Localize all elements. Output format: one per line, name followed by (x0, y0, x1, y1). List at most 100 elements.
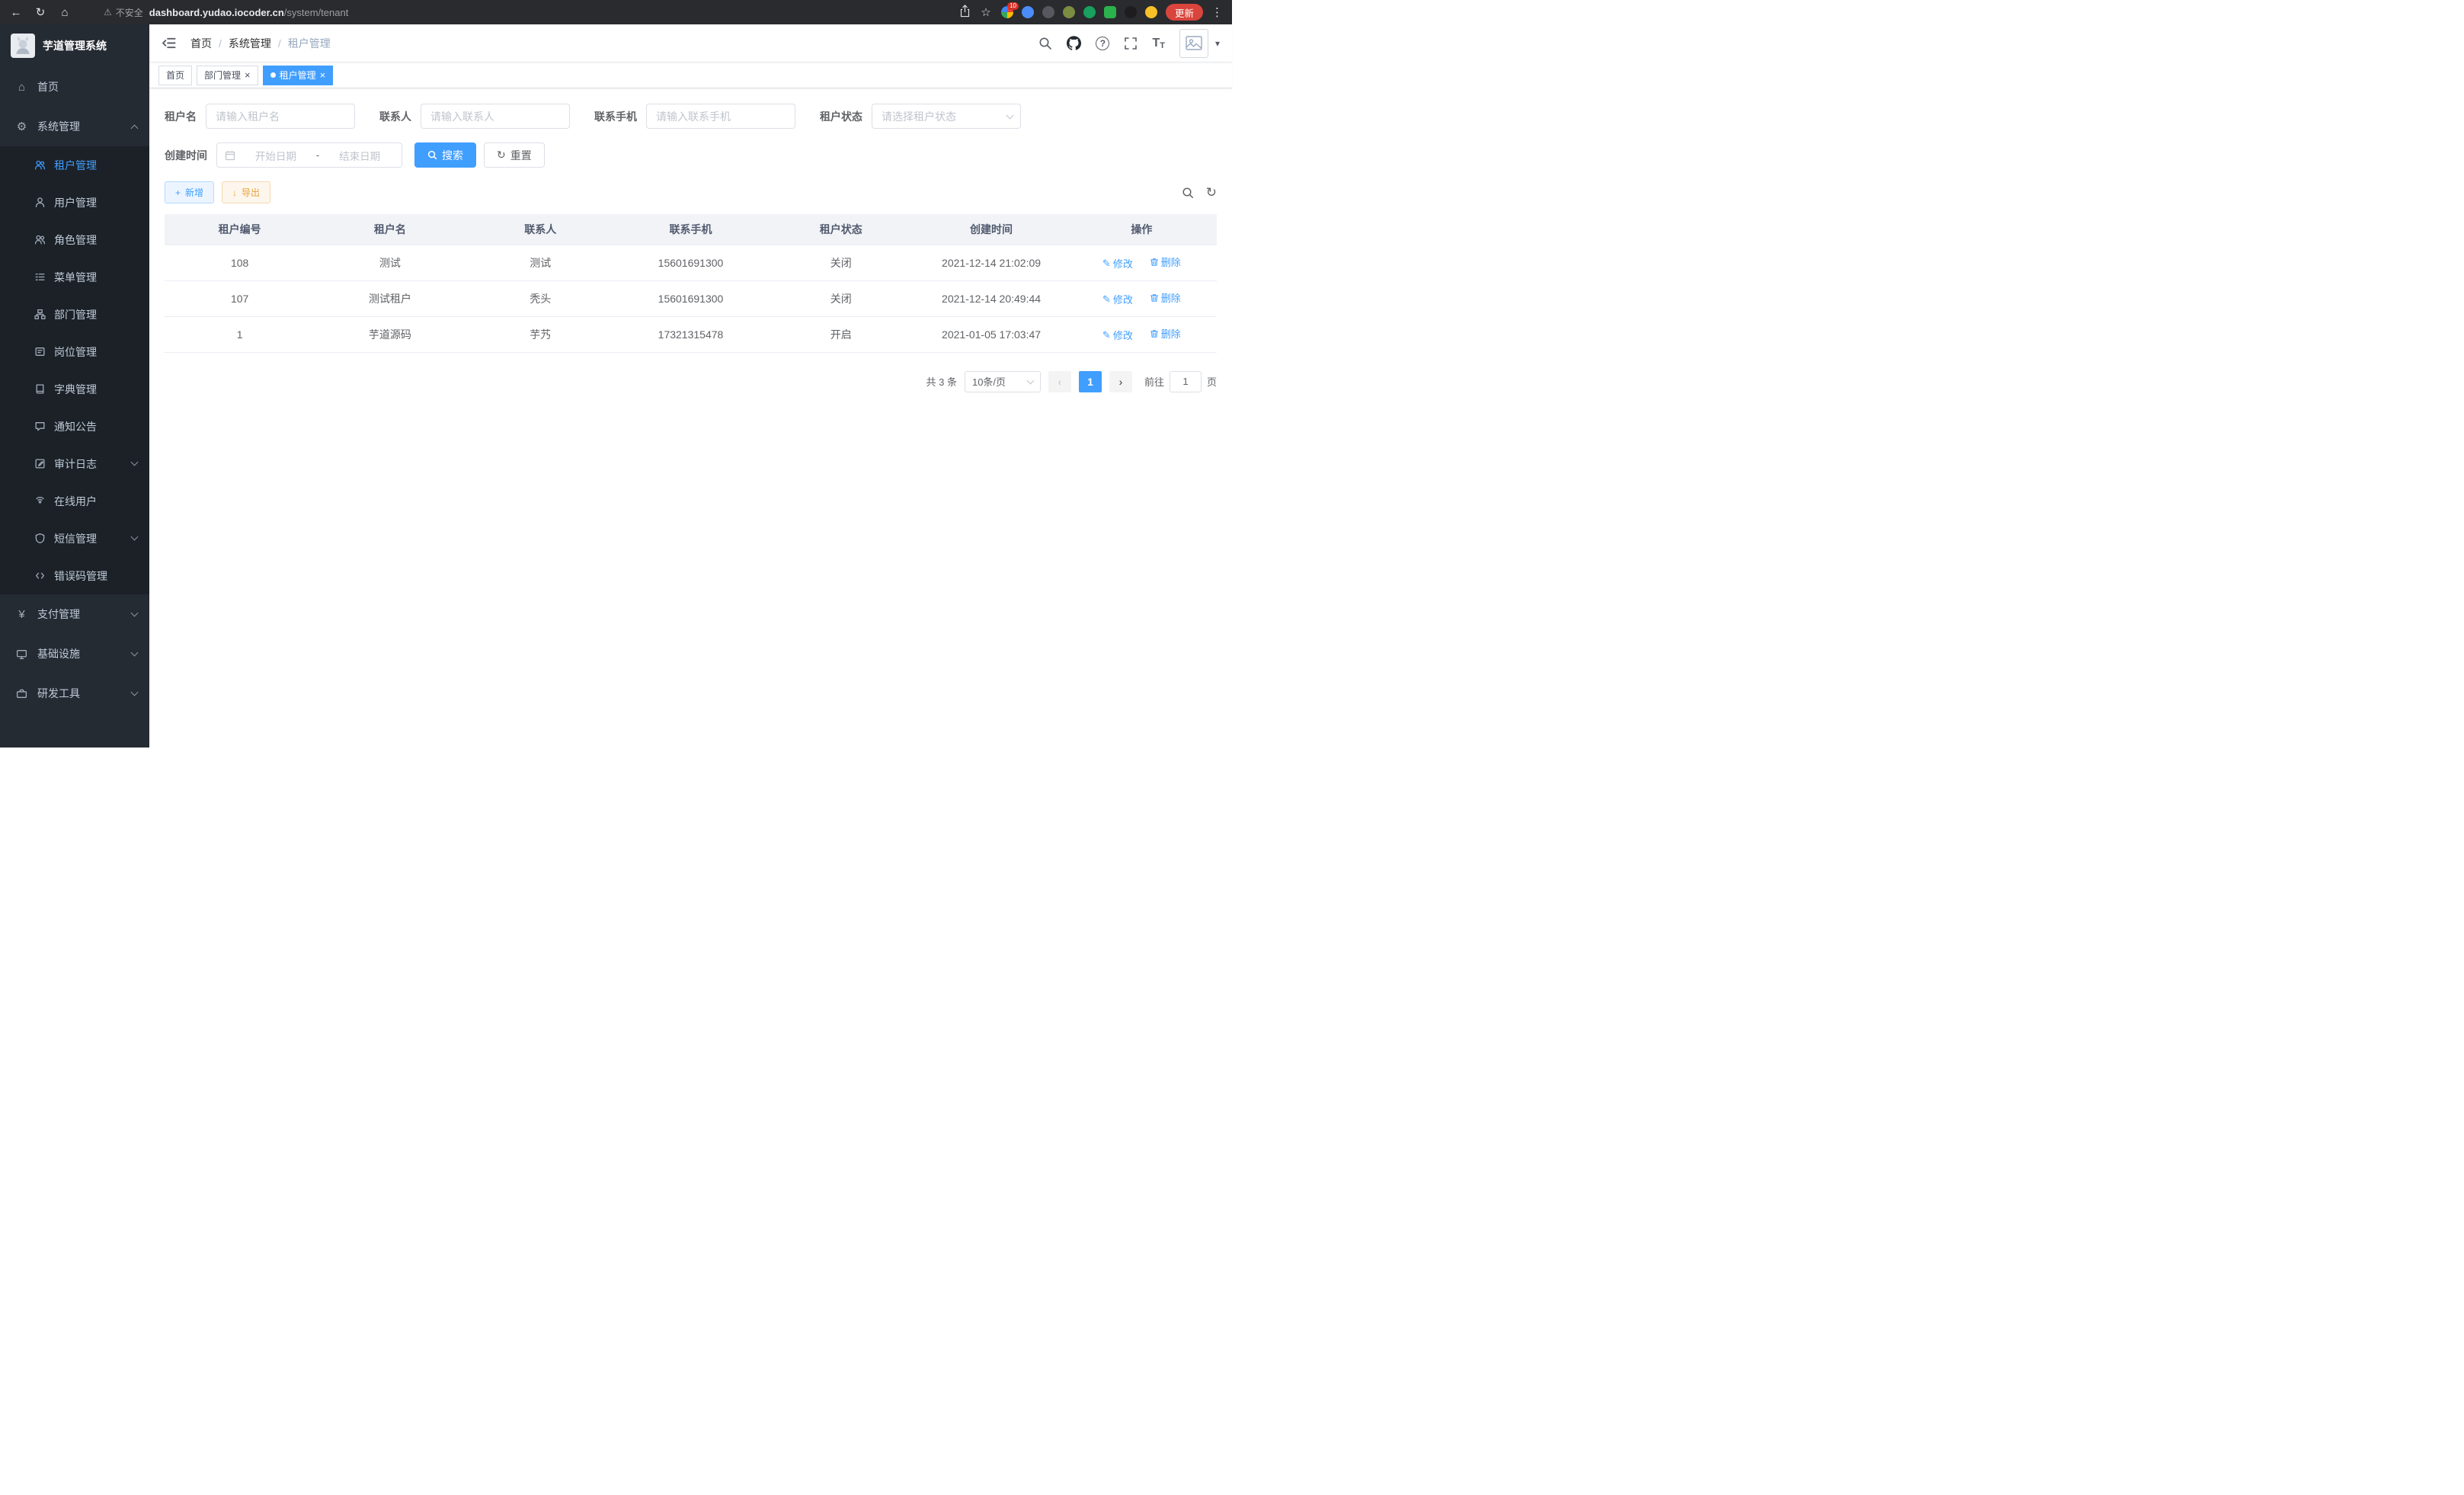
prev-page-button[interactable]: ‹ (1048, 371, 1071, 392)
delete-link[interactable]: 删除 (1150, 326, 1181, 341)
edit-link[interactable]: ✎修改 (1102, 292, 1133, 306)
search-button[interactable]: 搜索 (414, 142, 476, 168)
extension-blue-icon[interactable] (1022, 6, 1034, 18)
status-select[interactable]: 请选择租户状态 (872, 104, 1021, 129)
sidebar-item-user[interactable]: 用户管理 (0, 184, 149, 221)
breadcrumb: 首页 / 系统管理 / 租户管理 (190, 36, 331, 51)
extension-olive-icon[interactable] (1063, 6, 1075, 18)
reset-button-label: 重置 (510, 148, 532, 163)
back-icon[interactable]: ← (9, 6, 23, 19)
sidebar-item-post[interactable]: 岗位管理 (0, 333, 149, 370)
export-button[interactable]: ↓ 导出 (222, 181, 270, 203)
search-icon (427, 150, 437, 160)
tab-label: 部门管理 (204, 69, 241, 82)
close-icon[interactable]: × (320, 70, 326, 80)
extension-chat-icon[interactable] (1104, 6, 1116, 18)
search-icon[interactable] (1038, 37, 1052, 50)
app-title: 芋道管理系统 (43, 38, 107, 53)
reload-icon[interactable]: ↻ (34, 5, 47, 19)
date-range-picker[interactable]: 开始日期 - 结束日期 (216, 142, 402, 168)
sidebar-item-audit-log[interactable]: 审计日志 (0, 445, 149, 482)
fullscreen-icon[interactable] (1124, 37, 1138, 50)
chevron-down-icon (131, 459, 139, 466)
goto-page-input[interactable] (1170, 371, 1202, 392)
sidebar-item-home[interactable]: ⌂ 首页 (0, 67, 149, 107)
close-icon[interactable]: × (245, 70, 251, 80)
home-icon[interactable]: ⌂ (58, 6, 72, 19)
date-end-placeholder[interactable]: 结束日期 (325, 148, 394, 163)
contact-input[interactable] (421, 104, 570, 129)
breadcrumb-home[interactable]: 首页 (190, 36, 212, 51)
sidebar-item-tenant[interactable]: 租户管理 (0, 146, 149, 184)
refresh-icon[interactable]: ↻ (1206, 185, 1217, 200)
next-page-button[interactable]: › (1109, 371, 1132, 392)
collapse-sidebar-icon[interactable] (162, 37, 177, 50)
chevron-down-icon (131, 533, 139, 541)
sidebar-item-infra[interactable]: 基础设施 (0, 634, 149, 674)
avatar-caret-icon[interactable]: ▾ (1215, 38, 1220, 49)
download-icon: ↓ (232, 187, 237, 198)
org-tree-icon (34, 308, 46, 321)
breadcrumb-system[interactable]: 系统管理 (229, 36, 271, 51)
date-start-placeholder[interactable]: 开始日期 (242, 148, 310, 163)
cell-id: 108 (165, 245, 315, 280)
edit-link[interactable]: ✎修改 (1102, 256, 1133, 271)
sidebar-item-dept[interactable]: 部门管理 (0, 296, 149, 333)
sidebar-item-online-users[interactable]: 在线用户 (0, 482, 149, 520)
col-actions: 操作 (1067, 214, 1217, 245)
edit-icon: ✎ (1102, 329, 1111, 341)
extension-colorwheel-icon[interactable]: 10 (1001, 6, 1013, 18)
table-toolbar: + 新增 ↓ 导出 ↻ (165, 181, 1217, 203)
github-icon[interactable] (1067, 36, 1081, 50)
share-icon[interactable] (959, 5, 971, 20)
user-avatar[interactable] (1179, 29, 1208, 58)
browser-menu-icon[interactable]: ⋮ (1211, 5, 1223, 19)
sidebar-item-notice[interactable]: 通知公告 (0, 408, 149, 445)
sidebar-item-sms[interactable]: 短信管理 (0, 520, 149, 557)
add-button[interactable]: + 新增 (165, 181, 214, 203)
extension-green-icon[interactable] (1083, 6, 1096, 18)
goto-page: 前往 页 (1144, 371, 1217, 392)
sidebar-item-label: 错误码管理 (54, 568, 137, 584)
toggle-search-icon[interactable] (1182, 187, 1194, 199)
sidebar-item-menu[interactable]: 菜单管理 (0, 258, 149, 296)
sidebar-item-label: 系统管理 (37, 119, 123, 134)
edit-link[interactable]: ✎修改 (1102, 328, 1133, 342)
extension-yellow-icon[interactable] (1145, 6, 1157, 18)
extension-dark-icon[interactable] (1042, 6, 1054, 18)
page-number-1[interactable]: 1 (1079, 371, 1102, 392)
cell-actions: ✎修改 删除 (1067, 280, 1217, 316)
help-icon[interactable]: ? (1096, 37, 1109, 50)
book-icon (34, 383, 46, 395)
bookmark-star-icon[interactable]: ☆ (979, 5, 993, 19)
extension-black-icon[interactable] (1125, 6, 1137, 18)
sidebar-item-dict[interactable]: 字典管理 (0, 370, 149, 408)
sidebar-item-errcode[interactable]: 错误码管理 (0, 557, 149, 594)
filter-tenant-name: 租户名 (165, 104, 355, 129)
sidebar-item-payment[interactable]: ¥ 支付管理 (0, 594, 149, 634)
cell-phone: 17321315478 (616, 316, 766, 352)
col-contact: 联系人 (466, 214, 616, 245)
chevron-down-icon (1006, 111, 1014, 119)
tab-home[interactable]: 首页 (158, 66, 192, 85)
security-warning[interactable]: ⚠ 不安全 (104, 6, 143, 19)
tenant-name-input[interactable] (206, 104, 355, 129)
monitor-icon (15, 648, 28, 661)
address-bar[interactable]: ⚠ 不安全 dashboard.yudao.iocoder.cn/system/… (104, 6, 949, 19)
tab-tenant[interactable]: 租户管理 × (263, 66, 334, 85)
app-logo[interactable]: 芋道管理系统 (0, 24, 149, 67)
system-submenu: 租户管理 用户管理 角色管理 菜单管理 部门管理 (0, 146, 149, 594)
font-size-icon[interactable]: TT (1152, 37, 1165, 50)
reset-button[interactable]: ↻ 重置 (484, 142, 545, 168)
chrome-update-button[interactable]: 更新 (1166, 4, 1203, 21)
tenants-icon (34, 158, 46, 171)
sidebar-item-system[interactable]: ⚙ 系统管理 (0, 107, 149, 146)
sidebar-item-devtools[interactable]: 研发工具 (0, 674, 149, 713)
sidebar-item-role[interactable]: 角色管理 (0, 221, 149, 258)
tab-dept[interactable]: 部门管理 × (197, 66, 258, 85)
phone-input[interactable] (646, 104, 795, 129)
delete-link[interactable]: 删除 (1150, 290, 1181, 305)
url-path: /system/tenant (284, 7, 349, 18)
page-size-select[interactable]: 10条/页 (965, 371, 1041, 392)
delete-link[interactable]: 删除 (1150, 255, 1181, 269)
